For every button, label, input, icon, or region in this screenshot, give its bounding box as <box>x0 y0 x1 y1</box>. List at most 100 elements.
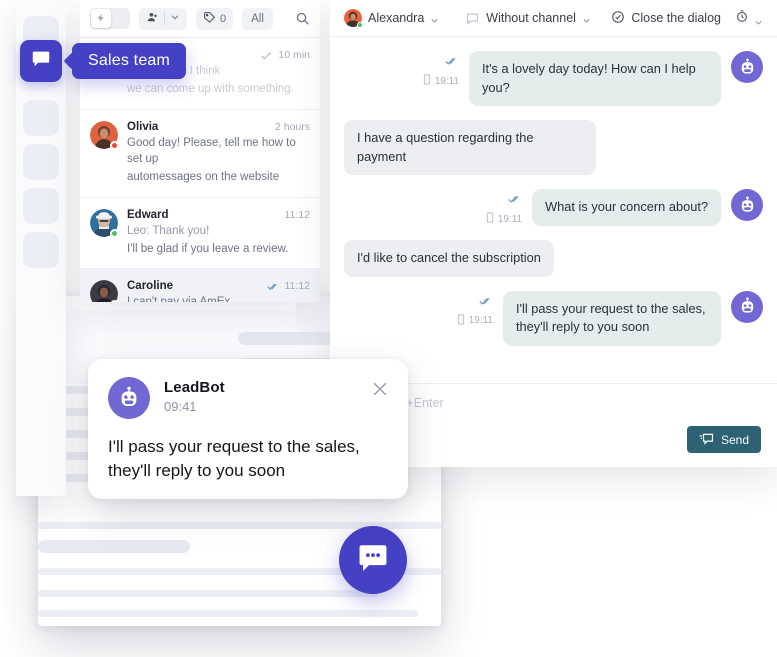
conversation-time: 2 hours <box>274 120 310 133</box>
chevron-down-icon <box>754 14 763 25</box>
sales-team-tooltip: Sales team <box>72 43 187 79</box>
message-row: I have a question regarding the payment <box>344 120 763 176</box>
chat-outline-icon <box>465 11 480 26</box>
tag-icon <box>203 11 216 27</box>
close-icon[interactable] <box>370 379 390 399</box>
filter-all-label: All <box>251 12 264 25</box>
leadbot-avatar <box>731 189 763 222</box>
send-button[interactable]: Send <box>686 426 761 453</box>
avatar <box>90 280 119 302</box>
mobile-icon <box>486 212 494 226</box>
rail-placeholder-5[interactable] <box>23 232 59 268</box>
snooze-timer-button[interactable] <box>735 9 763 28</box>
sales-team-label: Sales team <box>88 52 171 69</box>
rail-item-chats[interactable] <box>20 40 62 82</box>
message-meta: 19:11 <box>486 189 522 226</box>
rail-placeholder-4[interactable] <box>23 188 59 224</box>
status-dot <box>357 22 363 28</box>
chevron-down-icon <box>430 14 439 23</box>
chevron-down-icon <box>582 14 591 23</box>
leadbot-time: 09:41 <box>164 399 197 414</box>
single-check-icon <box>260 51 273 60</box>
mobile-icon <box>457 314 465 328</box>
mobile-icon <box>423 74 431 88</box>
channel-name: Without channel <box>486 11 576 25</box>
chat-bubble-icon <box>30 48 52 75</box>
conversation-name: Edward <box>127 208 169 221</box>
message-bubble: I have a question regarding the payment <box>344 120 596 176</box>
double-check-icon <box>457 293 493 311</box>
message-row: I'd like to cancel the subscription <box>344 240 763 277</box>
conversation-preview-line2: I'll be glad if you leave a review. <box>127 242 289 255</box>
list-item[interactable]: Olivia 2 hours Good day! Please, tell me… <box>80 110 320 198</box>
user-filter-icon <box>146 11 159 27</box>
chevron-down-icon <box>170 12 180 25</box>
chat-widget-fab[interactable] <box>339 526 407 594</box>
message-input[interactable]: press Cmd+Enter <box>346 396 761 410</box>
clock-icon <box>735 9 749 28</box>
message-time: 19:11 <box>434 75 459 87</box>
conversation-name: Caroline <box>127 280 174 293</box>
send-message-icon <box>699 432 714 448</box>
automation-toggle[interactable] <box>90 8 130 29</box>
double-check-icon <box>486 191 522 209</box>
tag-filter-button[interactable]: 0 <box>196 7 234 30</box>
conversation-time: 11:12 <box>284 280 311 293</box>
leadbot-name: LeadBot <box>164 379 225 396</box>
filter-all-button[interactable]: All <box>242 7 273 30</box>
search-icon[interactable] <box>295 11 310 26</box>
conversation-preview-line2: we can come up with something. <box>127 83 294 96</box>
status-dot <box>110 140 119 150</box>
chat-dots-icon <box>356 541 390 580</box>
conversation-name: Olivia <box>127 120 159 133</box>
message-row: 19:11 What is your concern about? <box>344 189 763 226</box>
leadbot-avatar <box>731 51 763 83</box>
message-bubble: I'd like to cancel the subscription <box>344 240 554 277</box>
send-label: Send <box>720 432 749 447</box>
message-row: 19:11 I'll pass your request to the sale… <box>344 290 763 346</box>
conversation-time: 11:12 <box>284 208 311 221</box>
close-dialog-button[interactable]: Close the dialog <box>611 10 721 27</box>
rail-placeholder-2[interactable] <box>23 100 59 136</box>
close-dialog-label: Close the dialog <box>631 11 721 25</box>
double-check-icon <box>266 282 280 291</box>
list-item[interactable]: Edward 11:12 Leo: Thank you! I'll be gla… <box>80 198 320 270</box>
message-bubble: It's a lovely day today! How can I help … <box>469 51 721 107</box>
avatar <box>344 9 363 28</box>
leadbot-notification-card: LeadBot 09:41 I'll pass your request to … <box>88 359 408 499</box>
conversation-preview-line1: Good day! Please, tell me how to set up <box>127 136 296 165</box>
list-item[interactable]: Caroline 11:12 I can't pay via AmEx. Wha… <box>80 269 320 302</box>
double-check-icon <box>423 53 459 71</box>
conversation-preview-line1: I can't pay via AmEx. <box>127 294 310 302</box>
check-circle-icon <box>611 10 625 27</box>
avatar <box>90 120 119 150</box>
status-dot <box>110 228 119 238</box>
message-meta: 19:11 <box>423 51 459 88</box>
robot-icon <box>108 377 150 419</box>
message-time: 19:11 <box>497 213 523 225</box>
conversation-preview-line2: automessages on the website <box>127 171 280 184</box>
screenshot-root: 0 All 10 min I think we can come up with… <box>0 0 777 657</box>
avatar <box>90 208 119 238</box>
tag-count: 0 <box>220 12 227 25</box>
dialog-header: Alexandra Without channel Close the dial… <box>330 0 777 37</box>
app-rail <box>16 0 66 496</box>
operator-name: Alexandra <box>368 11 425 25</box>
message-row: 19:11 It's a lovely day today! How can I… <box>344 51 763 107</box>
conversation-preview-line1: Leo: Thank you! <box>127 224 210 237</box>
list-toolbar: 0 All <box>80 0 320 38</box>
assignee-filter-button[interactable] <box>139 7 187 30</box>
message-time: 19:11 <box>468 315 493 327</box>
rail-placeholder-3[interactable] <box>23 144 59 180</box>
message-meta: 19:11 <box>457 291 493 328</box>
leadbot-message: I'll pass your request to the sales, the… <box>108 437 360 481</box>
leadbot-avatar <box>731 290 763 323</box>
status-dot <box>110 300 119 302</box>
message-bubble: I'll pass your request to the sales, the… <box>503 290 721 346</box>
conversation-time: 10 min <box>278 49 310 61</box>
operator-selector[interactable]: Alexandra <box>344 9 439 28</box>
message-bubble: What is your concern about? <box>532 189 721 226</box>
channel-selector[interactable]: Without channel <box>465 11 591 26</box>
message-list: 19:11 It's a lovely day today! How can I… <box>330 37 777 383</box>
lightning-bolt-icon <box>96 10 106 28</box>
